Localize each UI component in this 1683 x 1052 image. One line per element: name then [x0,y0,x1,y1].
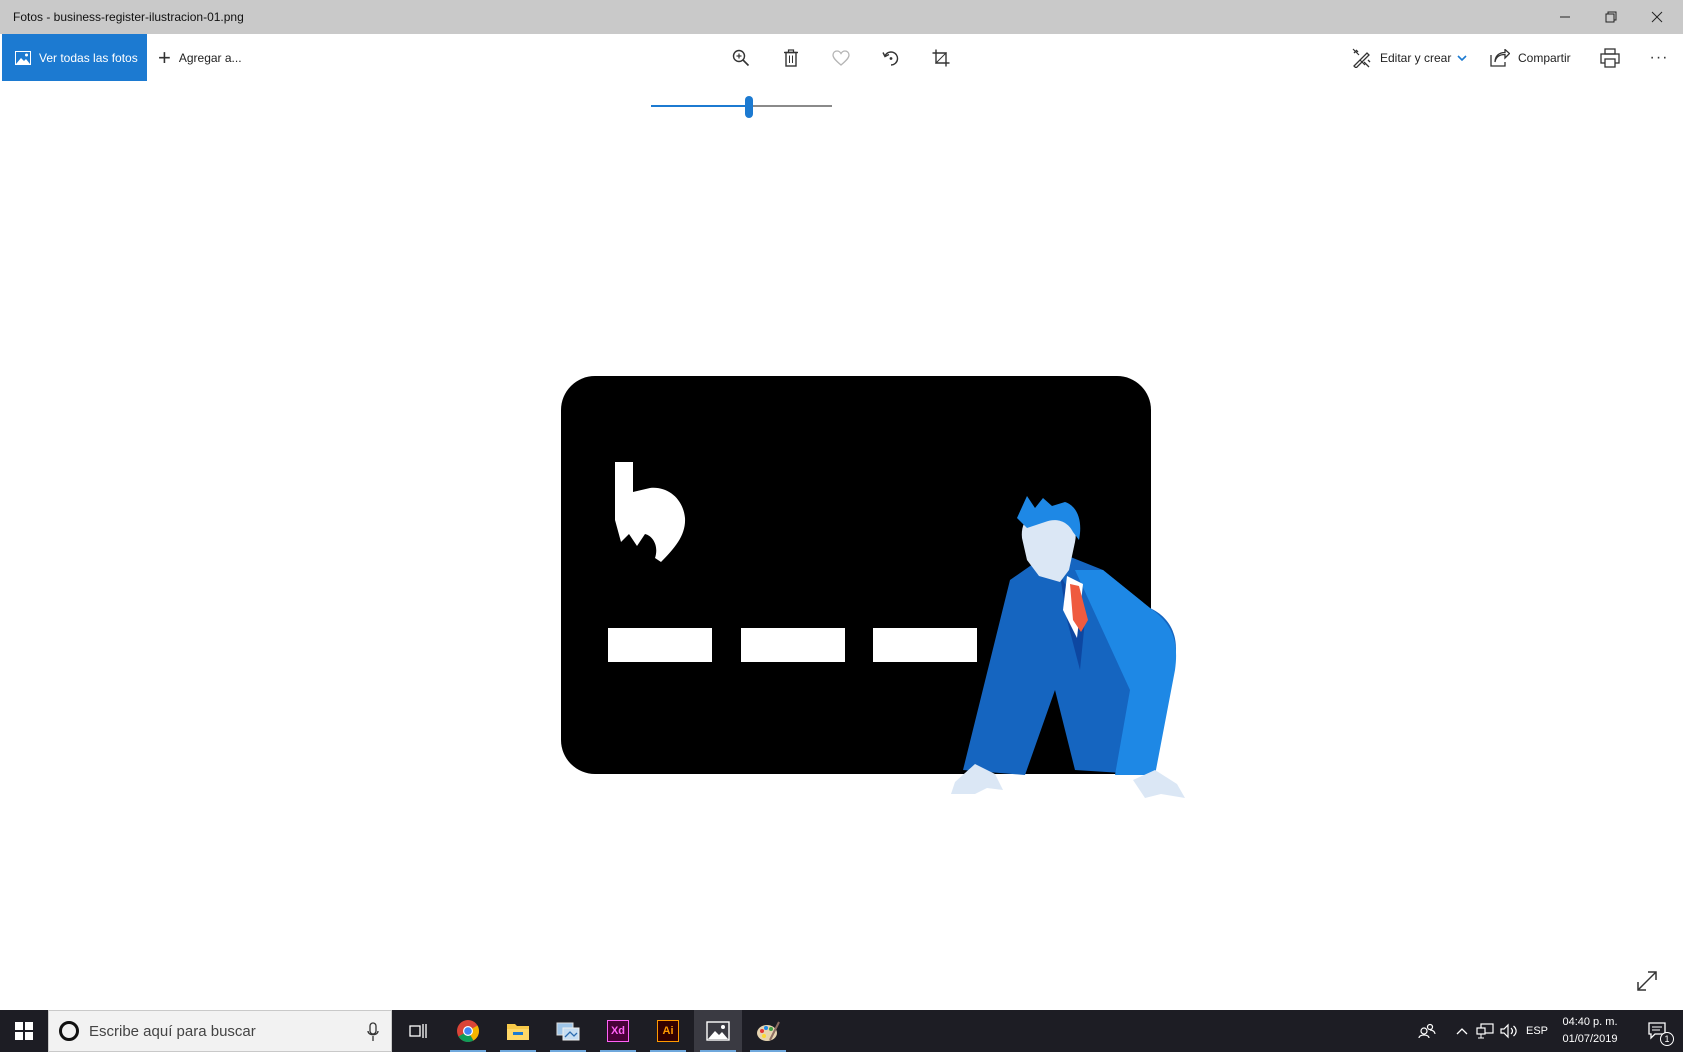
zoom-slider[interactable] [651,96,832,118]
add-to-label: Agregar a... [178,50,242,65]
photo-icon [15,50,31,65]
crop-button[interactable] [926,44,956,72]
file-explorer-icon [507,1024,529,1040]
trash-icon [784,49,798,67]
favorite-button[interactable] [826,44,856,72]
windows-icon [15,1022,33,1040]
zoom-in-icon [732,49,750,67]
plus-icon: + [158,44,171,70]
microphone-icon[interactable] [367,1022,379,1042]
photos-app-window: Fotos - business-register-ilustracion-01… [0,0,1683,1052]
network-icon [1476,1023,1494,1039]
minimize-icon [1560,16,1570,18]
taskbar: Escribe aquí para buscar Xd Ai ESP 04:40… [0,1010,1683,1052]
zoom-slider-thumb[interactable] [744,96,753,118]
clock-date: 01/07/2019 [1562,1033,1618,1045]
restore-button[interactable] [1588,0,1634,34]
close-icon [1651,11,1663,23]
volume-icon [1500,1023,1517,1039]
fullscreen-button[interactable] [1634,968,1660,994]
input-language-button[interactable]: ESP [1522,1010,1552,1052]
input-language-label: ESP [1525,1025,1548,1037]
print-button[interactable] [1595,44,1625,72]
edit-create-icon [1352,48,1371,68]
share-icon [1490,48,1510,67]
restore-icon [1605,11,1617,23]
adobe-illustrator-icon: Ai [657,1020,679,1042]
edit-create-button[interactable]: Editar y crear [1352,34,1475,81]
clock-button[interactable]: 04:40 p. m. 01/07/2019 [1554,1014,1626,1048]
clock-time: 04:40 p. m. [1562,1016,1618,1028]
delete-button[interactable] [776,44,806,72]
command-bar: Ver todas las fotos + Agregar a... Edita… [0,34,1683,82]
crop-icon [932,49,950,67]
window-title: Fotos - business-register-ilustracion-01… [13,10,244,24]
chrome-taskbar-button[interactable] [444,1010,492,1052]
notification-count-badge: 1 [1660,1032,1674,1046]
people-icon [1418,1023,1436,1039]
adobe-xd-taskbar-button[interactable]: Xd [594,1010,642,1052]
task-view-button[interactable] [394,1010,442,1052]
all-photos-label: Ver todas las fotos [39,50,138,65]
action-center-button[interactable]: 1 [1638,1010,1678,1052]
zoom-slider-fill [651,105,749,107]
more-icon: ··· [1649,49,1669,66]
adobe-illustrator-taskbar-button[interactable]: Ai [644,1010,692,1052]
paint-taskbar-button[interactable] [744,1010,792,1052]
printer-icon [1600,48,1620,68]
file-explorer-taskbar-button[interactable] [494,1010,542,1052]
people-button[interactable] [1414,1010,1440,1052]
title-bar: Fotos - business-register-ilustracion-01… [0,0,1683,34]
rotate-button[interactable] [876,44,906,72]
photos-icon [706,1021,730,1041]
chevron-down-icon [1457,54,1467,61]
photos-taskbar-button[interactable] [694,1010,742,1052]
share-label: Compartir [1518,50,1571,65]
card-number-blocks [608,628,1035,662]
expand-icon [1637,971,1657,991]
network-app-icon [556,1022,580,1041]
adobe-xd-label: Xd [610,1025,626,1037]
close-button[interactable] [1634,0,1680,34]
start-button[interactable] [0,1010,48,1052]
share-button[interactable]: Compartir [1490,34,1571,81]
chrome-icon [457,1020,479,1042]
search-placeholder: Escribe aquí para buscar [89,1022,256,1040]
edit-create-label: Editar y crear [1380,50,1452,65]
rotate-icon [882,51,899,66]
volume-button[interactable] [1498,1010,1520,1052]
all-photos-button[interactable]: Ver todas las fotos [2,34,147,81]
heart-icon [832,50,850,66]
cortana-icon [59,1021,79,1041]
network-button[interactable] [1474,1010,1496,1052]
paint-icon [757,1021,780,1041]
adobe-xd-icon: Xd [607,1020,629,1042]
adobe-illustrator-label: Ai [662,1025,674,1037]
network-app-taskbar-button[interactable] [544,1010,592,1052]
taskbar-search-box[interactable]: Escribe aquí para buscar [48,1010,392,1052]
more-options-button[interactable]: ··· [1644,44,1674,72]
add-to-button[interactable]: + Agregar a... [158,34,242,81]
minimize-button[interactable] [1542,0,1588,34]
task-view-icon [409,1024,427,1038]
zoom-button[interactable] [726,44,756,72]
show-hidden-icons-button[interactable] [1452,1010,1472,1052]
displayed-image [561,376,1185,798]
chevron-up-icon [1456,1028,1468,1035]
